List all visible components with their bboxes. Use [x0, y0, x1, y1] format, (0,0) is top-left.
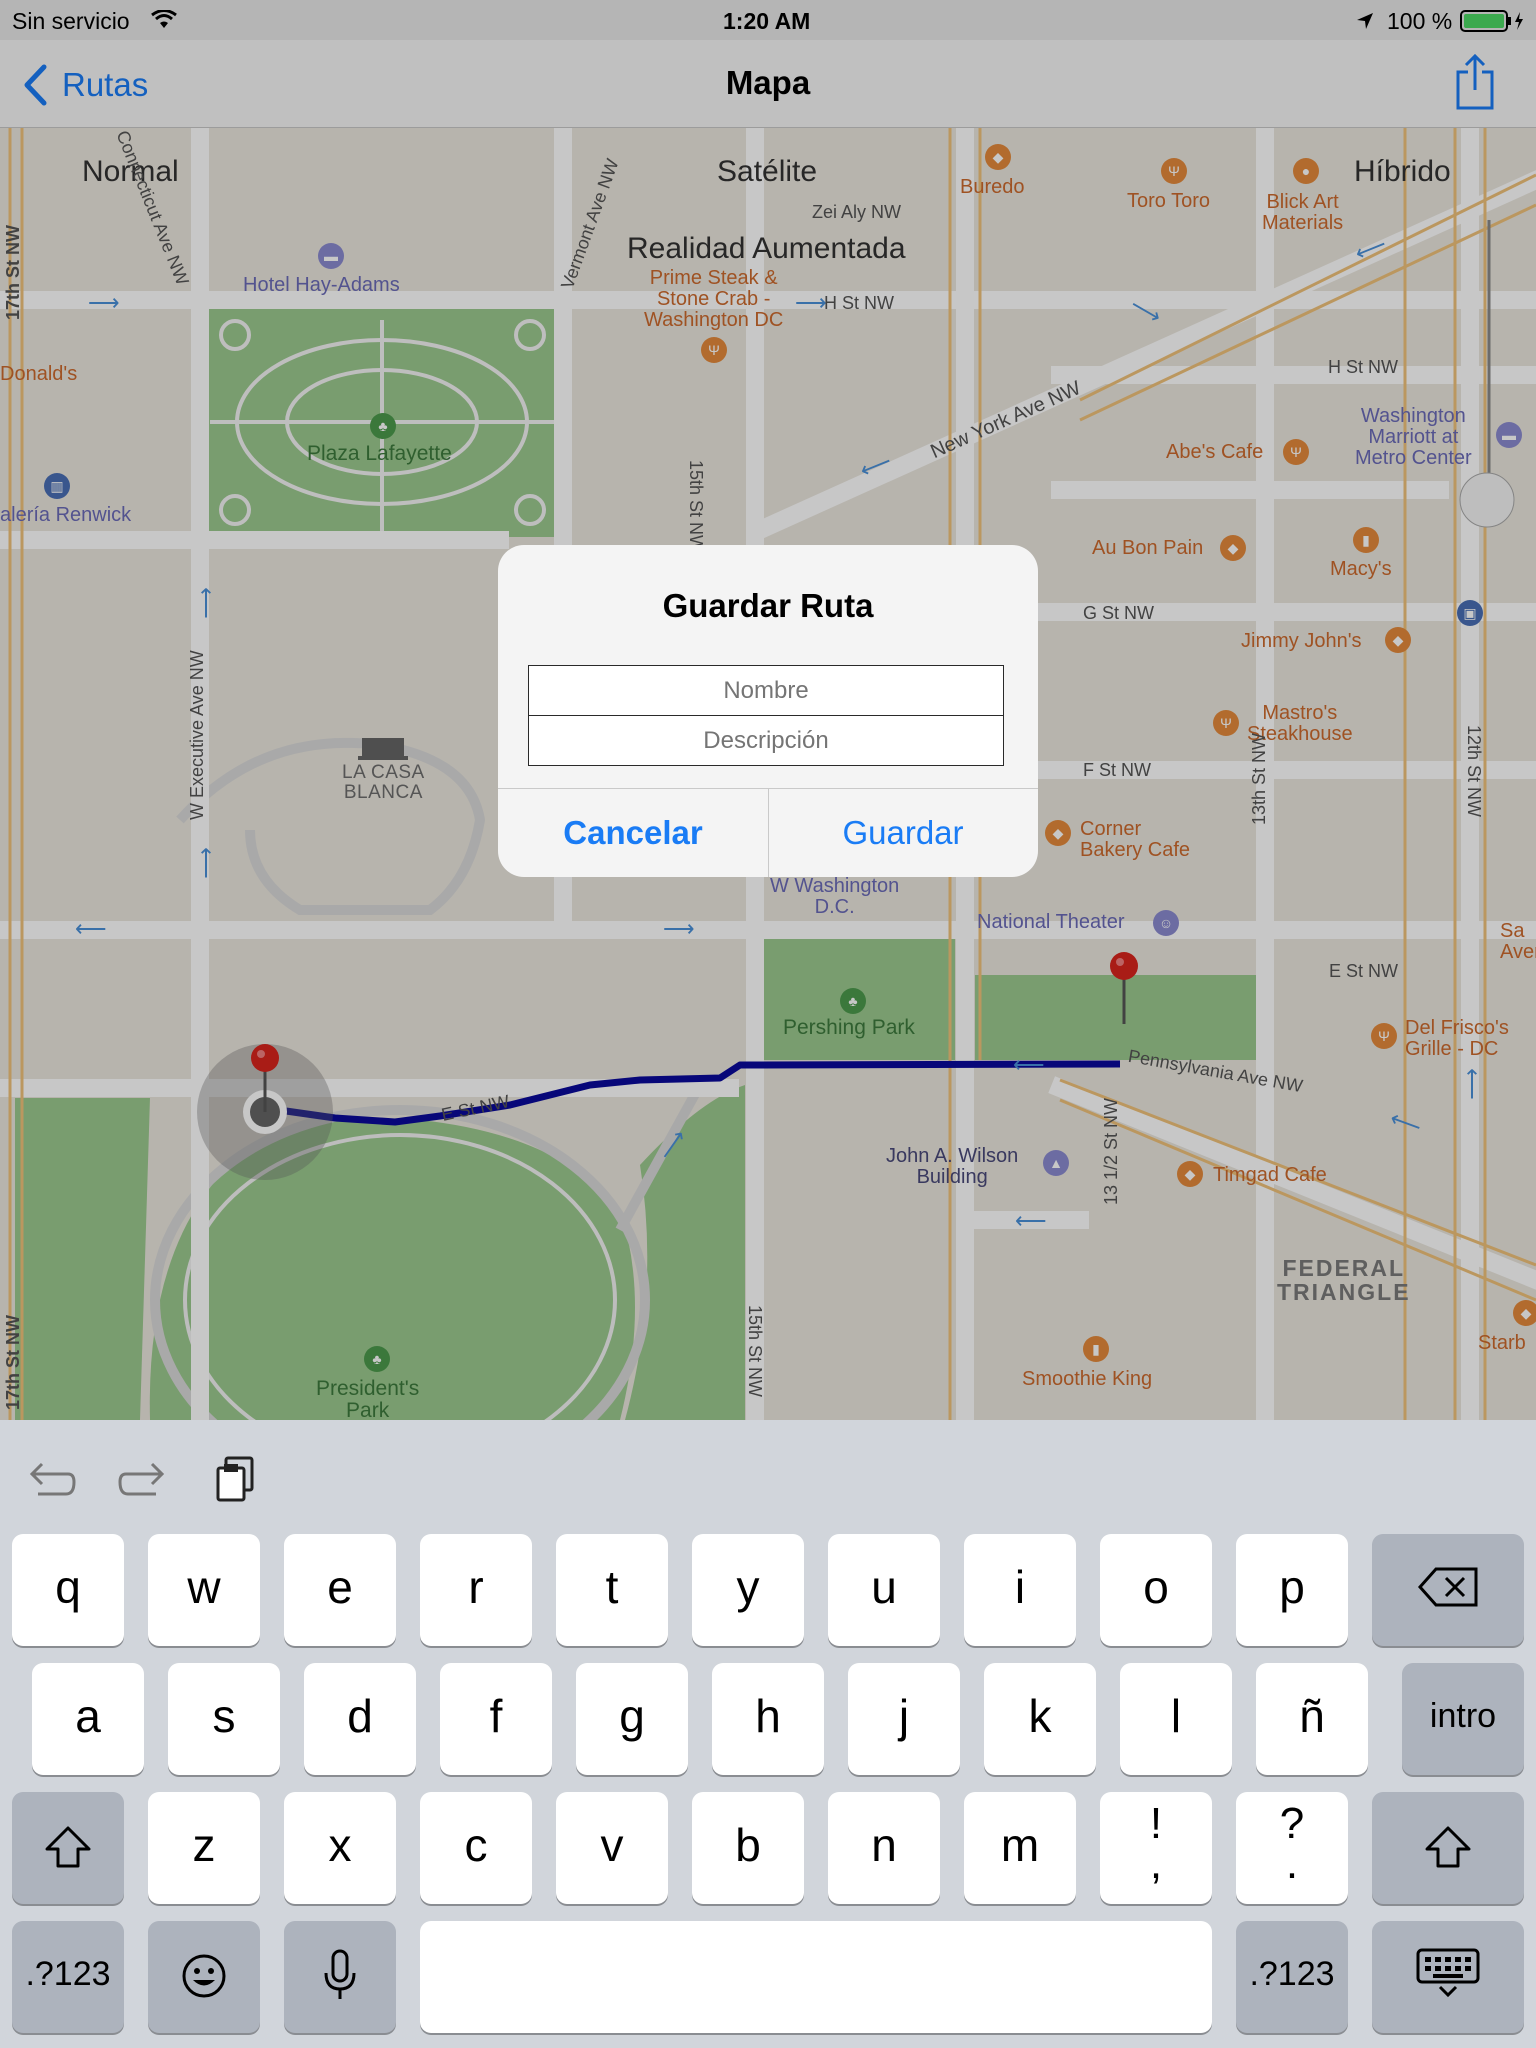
key-p[interactable]: p	[1236, 1534, 1348, 1646]
key-f[interactable]: f	[440, 1663, 552, 1775]
key-u[interactable]: u	[828, 1534, 940, 1646]
key-m[interactable]: m	[964, 1792, 1076, 1904]
key-r[interactable]: r	[420, 1534, 532, 1646]
key-i[interactable]: i	[964, 1534, 1076, 1646]
key-v[interactable]: v	[556, 1792, 668, 1904]
key-c[interactable]: c	[420, 1792, 532, 1904]
key-q[interactable]: q	[12, 1534, 124, 1646]
key-ñ[interactable]: ñ	[1256, 1663, 1368, 1775]
modal-dim-overlay	[0, 0, 1536, 128]
key-s[interactable]: s	[168, 1663, 280, 1775]
cancel-button[interactable]: Cancelar	[498, 789, 768, 877]
key-x[interactable]: x	[284, 1792, 396, 1904]
dialog-title: Guardar Ruta	[662, 587, 874, 624]
microphone-icon	[324, 1949, 356, 1999]
dictation-key[interactable]	[284, 1921, 396, 2033]
emoji-key[interactable]	[148, 1921, 260, 2033]
numbers-key-left[interactable]: .?123	[12, 1921, 124, 2033]
shift-icon	[45, 1826, 91, 1868]
shift-key-left[interactable]	[12, 1792, 124, 1904]
description-field[interactable]	[528, 715, 1004, 766]
key-d[interactable]: d	[304, 1663, 416, 1775]
key-g[interactable]: g	[576, 1663, 688, 1775]
key-b[interactable]: b	[692, 1792, 804, 1904]
keyboard-dismiss-icon	[1416, 1948, 1480, 1998]
dismiss-keyboard-key[interactable]	[1372, 1921, 1524, 2033]
key-t[interactable]: t	[556, 1534, 668, 1646]
return-key[interactable]: intro	[1402, 1663, 1524, 1775]
key-w[interactable]: w	[148, 1534, 260, 1646]
keyboard: q w e r t y u i o p a s d f g h j k l ñ intro z x c v b n m! ,? ..?…	[0, 1420, 1536, 2048]
backspace-icon	[1417, 1567, 1478, 1607]
key-exclaim-comma[interactable]: ! ,	[1100, 1792, 1212, 1904]
name-field[interactable]	[528, 665, 1004, 716]
key-o[interactable]: o	[1100, 1534, 1212, 1646]
undo-icon[interactable]	[28, 1460, 76, 1500]
key-n[interactable]: n	[828, 1792, 940, 1904]
key-l[interactable]: l	[1120, 1663, 1232, 1775]
key-question-period[interactable]: ? .	[1236, 1792, 1348, 1904]
key-k[interactable]: k	[984, 1663, 1096, 1775]
space-key[interactable]	[420, 1921, 1212, 2033]
save-button[interactable]: Guardar	[768, 789, 1038, 877]
keyboard-shortcut-bar	[0, 1420, 1536, 1528]
delete-key[interactable]	[1372, 1534, 1524, 1646]
key-e[interactable]: e	[284, 1534, 396, 1646]
shift-icon	[1425, 1826, 1471, 1868]
shift-key-right[interactable]	[1372, 1792, 1524, 1904]
emoji-icon	[182, 1954, 226, 1998]
save-route-dialog: Guardar Ruta Cancelar Guardar	[498, 545, 1038, 877]
numbers-key-right[interactable]: .?123	[1236, 1921, 1348, 2033]
key-h[interactable]: h	[712, 1663, 824, 1775]
key-y[interactable]: y	[692, 1534, 804, 1646]
paste-icon[interactable]	[214, 1456, 256, 1502]
redo-icon[interactable]	[118, 1460, 166, 1500]
key-z[interactable]: z	[148, 1792, 260, 1904]
key-a[interactable]: a	[32, 1663, 144, 1775]
key-j[interactable]: j	[848, 1663, 960, 1775]
